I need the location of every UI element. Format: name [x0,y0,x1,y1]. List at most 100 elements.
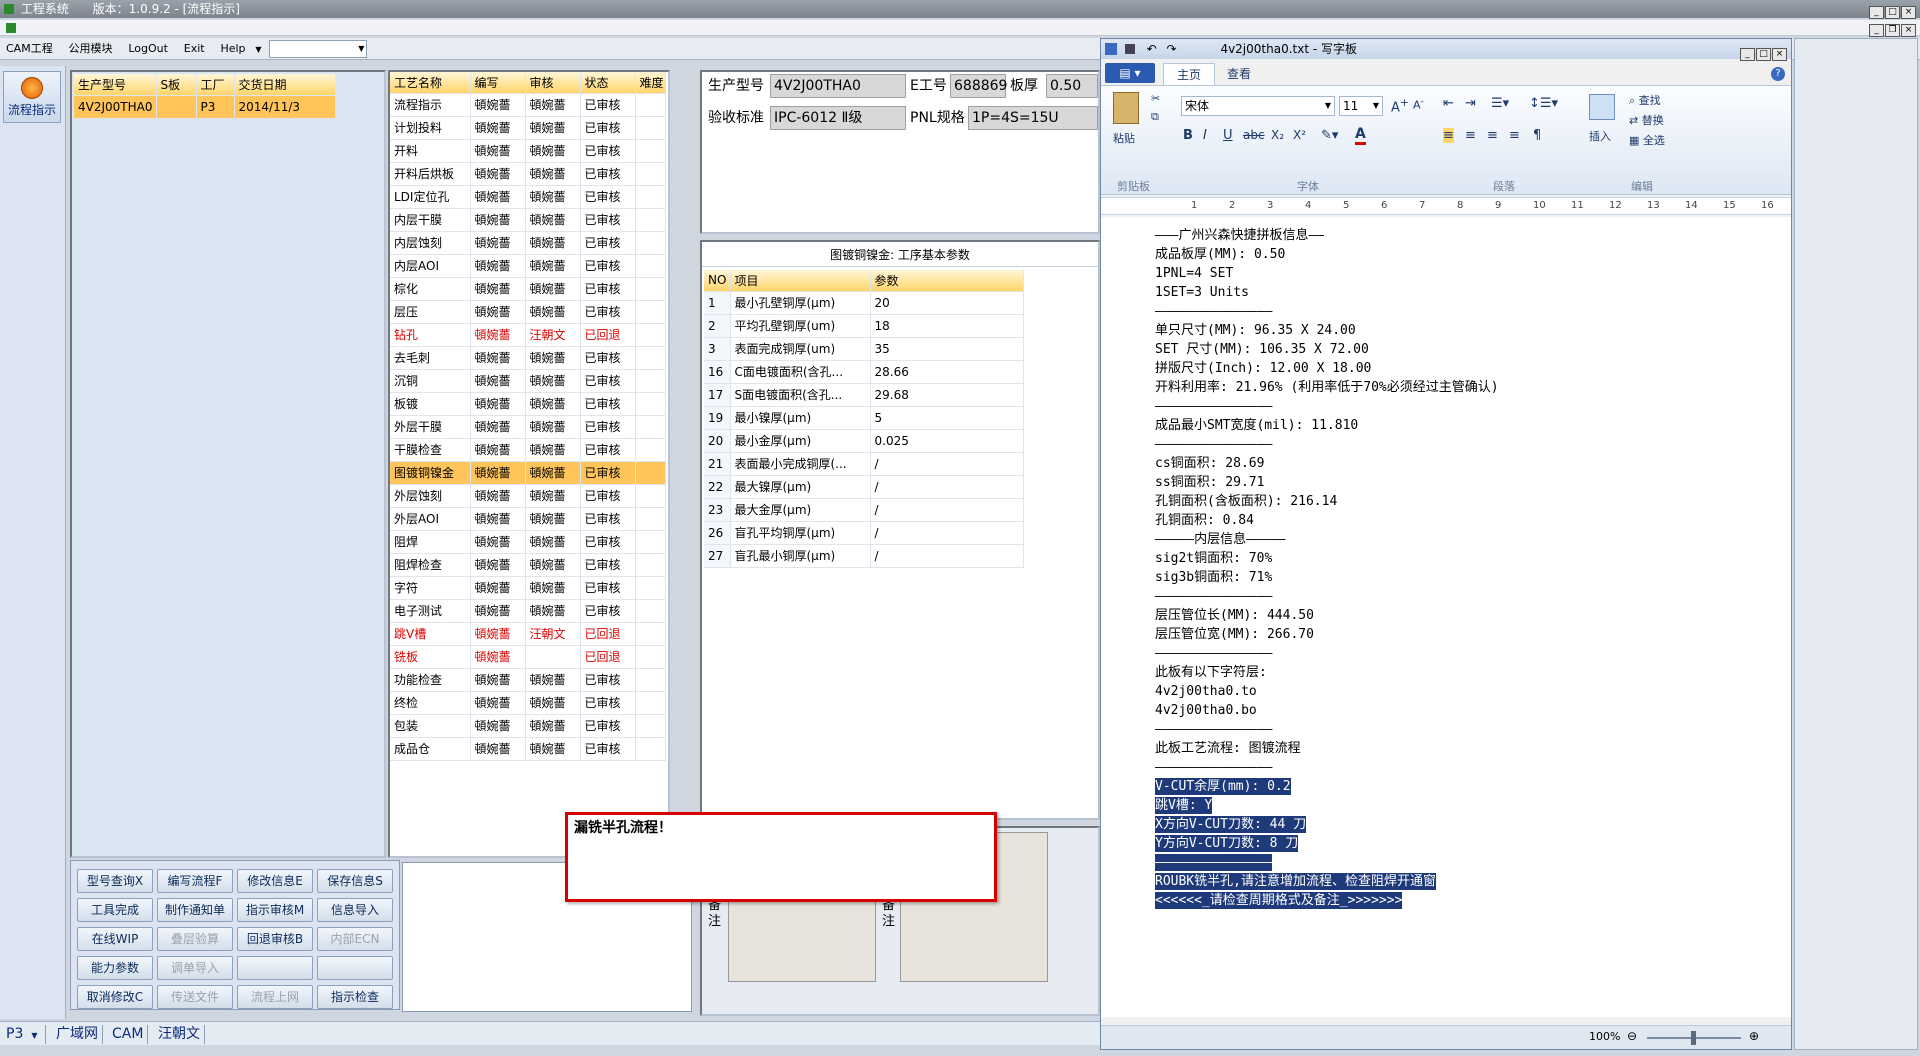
menu-help[interactable]: Help [214,38,251,60]
action-button[interactable]: 内部ECN [317,927,393,951]
find-button[interactable]: ⌕ 查找 [1629,92,1661,108]
undo-icon[interactable]: ↶ [1147,42,1157,56]
action-button[interactable]: 修改信息E [237,869,313,893]
copy-icon[interactable]: ⧉ [1151,110,1159,124]
action-button[interactable] [317,956,393,980]
table-row[interactable]: 开料 頓婉薔 頓婉薔 已审核 [390,139,666,163]
font-size-select[interactable]: 11 ▼ [1339,96,1383,116]
action-button[interactable]: 工具完成 [77,898,153,922]
col-difficulty[interactable]: 难度 [635,72,666,94]
table-row[interactable]: 沉铜 頓婉薔 頓婉薔 已审核 [390,369,666,393]
action-button[interactable]: 型号查询X [77,869,153,893]
line-spacing-icon[interactable]: ↕☰▾ [1529,96,1558,111]
paste-button[interactable]: 粘贴 [1113,130,1135,146]
decrease-indent-icon[interactable]: ⇤ [1443,96,1454,111]
align-left-icon[interactable]: ≡ [1443,128,1454,143]
col-process-name[interactable]: 工艺名称 [390,72,471,94]
mdi-restore-button[interactable]: ❐ [1885,24,1900,37]
strikethrough-icon[interactable]: abc [1243,128,1265,142]
action-button[interactable]: 指示审核M [237,898,313,922]
table-row[interactable]: 钻孔 頓婉薔 汪朝文 已回退 [390,323,666,347]
table-row[interactable]: 内层蚀刻 頓婉薔 頓婉薔 已审核 [390,231,666,255]
document-area[interactable]: ———广州兴森快捷拼板信息—— 成品板厚(MM): 0.50 1PNL=4 SET 1… [1101,217,1791,1017]
col-s-board[interactable]: S板 [156,74,197,96]
font-color-icon[interactable]: A [1355,126,1366,145]
table-row[interactable]: 外层干膜 頓婉薔 頓婉薔 已审核 [390,415,666,439]
action-button[interactable]: 信息导入 [317,898,393,922]
table-row[interactable]: 铣板 頓婉薔 已回退 [390,645,666,669]
table-row[interactable]: 23 最大金厚(μm) / [704,498,1024,522]
prod-no-field[interactable]: 4V2J00THA0 [770,74,906,98]
action-button[interactable]: 在线WIP [77,927,153,951]
thickness-field[interactable]: 0.50 [1046,74,1098,98]
col-prod-no[interactable]: 生产型号 [74,74,157,96]
table-row[interactable]: 图镀铜镍金 頓婉薔 頓婉薔 已审核 [390,461,666,485]
wp-maximize-button[interactable]: □ [1756,48,1771,61]
ruler[interactable]: 1 2 3 4 5 6 7 8 9 10 11 12 13 14 15 16 [1101,197,1791,215]
e-no-field[interactable]: 688869 [950,74,1007,98]
menu-logout[interactable]: LogOut [122,38,174,60]
table-row[interactable]: 4V2J00THA0 P3 2014/11/3 [74,95,336,119]
paragraph-icon[interactable]: ¶ [1533,128,1541,143]
action-button[interactable]: 能力参数 [77,956,153,980]
table-row[interactable]: 内层干膜 頓婉薔 頓婉薔 已审核 [390,208,666,232]
italic-icon[interactable]: I [1203,128,1207,143]
table-row[interactable]: 阻焊检查 頓婉薔 頓婉薔 已审核 [390,553,666,577]
insert-icon[interactable] [1589,94,1615,120]
action-button[interactable]: 取消修改C [77,985,153,1009]
table-row[interactable]: 层压 頓婉薔 頓婉薔 已审核 [390,300,666,324]
mdi-close-button[interactable]: × [1901,24,1916,37]
action-button[interactable]: 编写流程F [157,869,233,893]
zoom-in-icon[interactable]: ⊕ [1749,1029,1759,1043]
highlight-icon[interactable]: ✎▾ [1321,128,1338,143]
table-row[interactable]: 26 盲孔平均铜厚(μm) / [704,521,1024,545]
redo-icon[interactable]: ↷ [1167,42,1177,56]
menu-common[interactable]: 公用模块 [63,38,119,60]
standard-field[interactable]: IPC-6012 Ⅱ级 [770,106,906,130]
cut-icon[interactable]: ✂ [1151,92,1160,105]
col-factory[interactable]: 工厂 [196,74,235,96]
justify-icon[interactable]: ≡ [1509,128,1520,143]
status-tab-network[interactable]: 广域网 [52,1025,103,1044]
table-row[interactable]: 终检 頓婉薔 頓婉薔 已审核 [390,691,666,715]
status-tab-user[interactable]: 汪朝文 [154,1025,205,1044]
action-button[interactable]: 指示检查 [317,985,393,1009]
zoom-out-icon[interactable]: ⊖ [1627,1029,1637,1043]
col-reviewer[interactable]: 审核 [525,72,581,94]
table-row[interactable]: 计划投料 頓婉薔 頓婉薔 已审核 [390,116,666,140]
shrink-font-icon[interactable]: A- [1413,96,1424,112]
save-icon[interactable] [1124,44,1135,54]
mdi-minimize-button[interactable]: _ [1869,24,1884,37]
table-row[interactable]: 16 C面电镀面积(含孔... 28.66 [704,360,1024,384]
bold-icon[interactable]: B [1183,128,1193,143]
table-row[interactable]: 开料后烘板 頓婉薔 頓婉薔 已审核 [390,162,666,186]
select-all-button[interactable]: ▦ 全选 [1629,132,1665,148]
paste-icon[interactable] [1113,92,1139,124]
minimize-button[interactable]: _ [1869,6,1884,19]
table-row[interactable]: 电子测试 頓婉薔 頓婉薔 已审核 [390,599,666,623]
help-icon[interactable]: ? [1771,67,1785,81]
table-row[interactable]: 字符 頓婉薔 頓婉薔 已审核 [390,576,666,600]
table-row[interactable]: LDI定位孔 頓婉薔 頓婉薔 已审核 [390,185,666,209]
font-name-select[interactable]: 宋体 ▼ [1181,96,1335,116]
table-row[interactable]: 外层蚀刻 頓婉薔 頓婉薔 已审核 [390,484,666,508]
table-row[interactable]: 去毛刺 頓婉薔 頓婉薔 已审核 [390,346,666,370]
table-row[interactable]: 22 最大镍厚(μm) / [704,475,1024,499]
increase-indent-icon[interactable]: ⇥ [1465,96,1476,111]
col-status[interactable]: 状态 [580,72,636,94]
table-row[interactable]: 19 最小镍厚(μm) 5 [704,406,1024,430]
action-button[interactable]: 调单导入 [157,956,233,980]
bullets-icon[interactable]: ☰▾ [1491,96,1509,111]
pnl-field[interactable]: 1P=4S=15U [968,106,1098,130]
table-row[interactable]: 外层AOI 頓婉薔 頓婉薔 已审核 [390,507,666,531]
grow-font-icon[interactable]: A+ [1391,96,1409,115]
zoom-thumb[interactable] [1691,1031,1696,1045]
table-row[interactable]: 21 表面最小完成铜厚(... / [704,452,1024,476]
subscript-icon[interactable]: X₂ [1271,128,1284,142]
table-row[interactable]: 棕化 頓婉薔 頓婉薔 已审核 [390,277,666,301]
align-right-icon[interactable]: ≡ [1487,128,1498,143]
underline-icon[interactable]: U [1223,128,1233,143]
status-tab-cam[interactable]: CAM [108,1025,149,1044]
action-button[interactable]: 保存信息S [317,869,393,893]
superscript-icon[interactable]: X² [1293,128,1306,142]
